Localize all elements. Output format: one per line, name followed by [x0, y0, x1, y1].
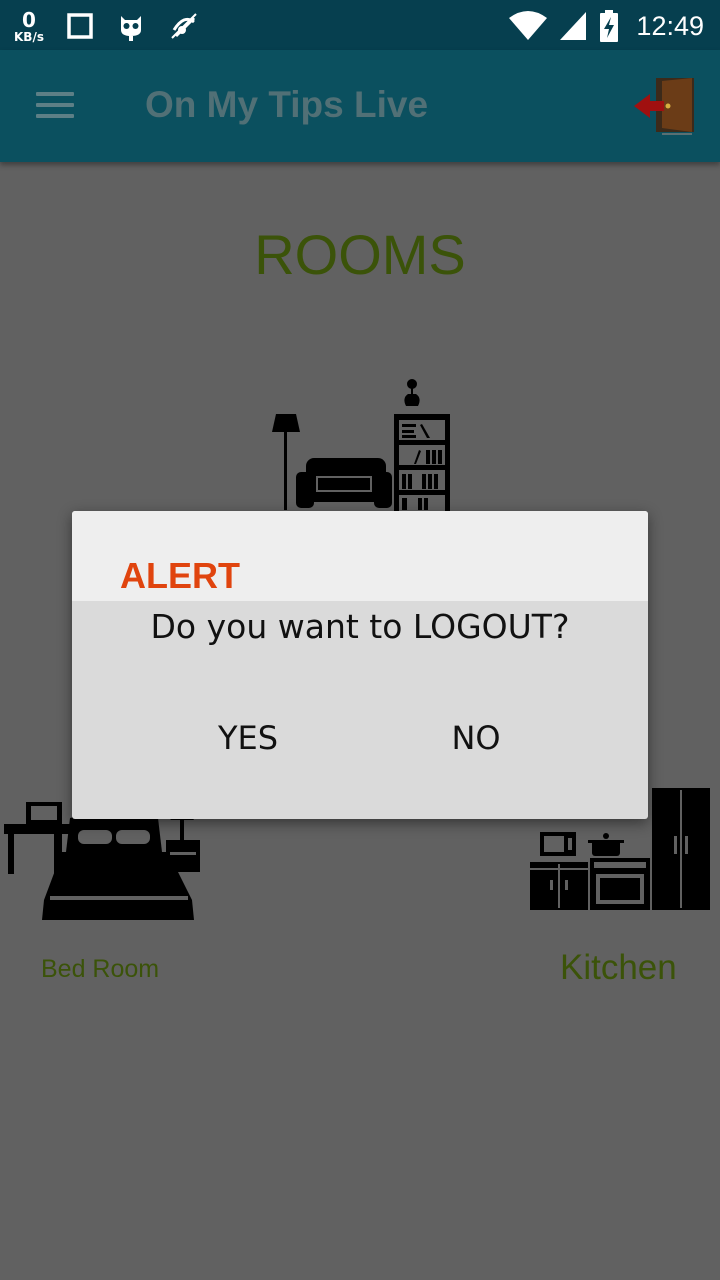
battery-charging-icon — [600, 10, 619, 42]
dialog-title: ALERT — [120, 555, 240, 596]
no-location-icon — [171, 13, 197, 39]
square-icon — [67, 13, 93, 39]
yes-button[interactable]: YES — [198, 713, 298, 763]
status-clock: 12:49 — [636, 10, 704, 41]
network-speed-unit: KB/s — [14, 29, 44, 44]
wifi-icon — [509, 11, 548, 40]
no-button[interactable]: NO — [426, 713, 526, 763]
logout-door-icon[interactable] — [632, 76, 698, 136]
status-bar: 0 KB/s 12:49 — [0, 0, 720, 50]
living-room-icon[interactable] — [266, 376, 456, 512]
network-speed: 0 KB/s — [14, 10, 44, 43]
cell-signal-icon — [560, 12, 587, 40]
cyanogen-bot-icon — [120, 16, 141, 41]
hamburger-menu-icon[interactable] — [36, 92, 76, 120]
app-title: On My Tips Live — [145, 84, 429, 125]
bedroom-label[interactable]: Bed Room — [41, 955, 159, 984]
kitchen-label[interactable]: Kitchen — [560, 948, 677, 988]
page-title: ROOMS — [254, 223, 466, 286]
app-toolbar: On My Tips Live — [0, 50, 720, 162]
logout-alert-dialog: ALERT Do you want to LOGOUT? YES NO — [72, 511, 648, 819]
network-speed-value: 0 — [22, 7, 36, 32]
dialog-message: Do you want to LOGOUT? — [150, 607, 570, 646]
